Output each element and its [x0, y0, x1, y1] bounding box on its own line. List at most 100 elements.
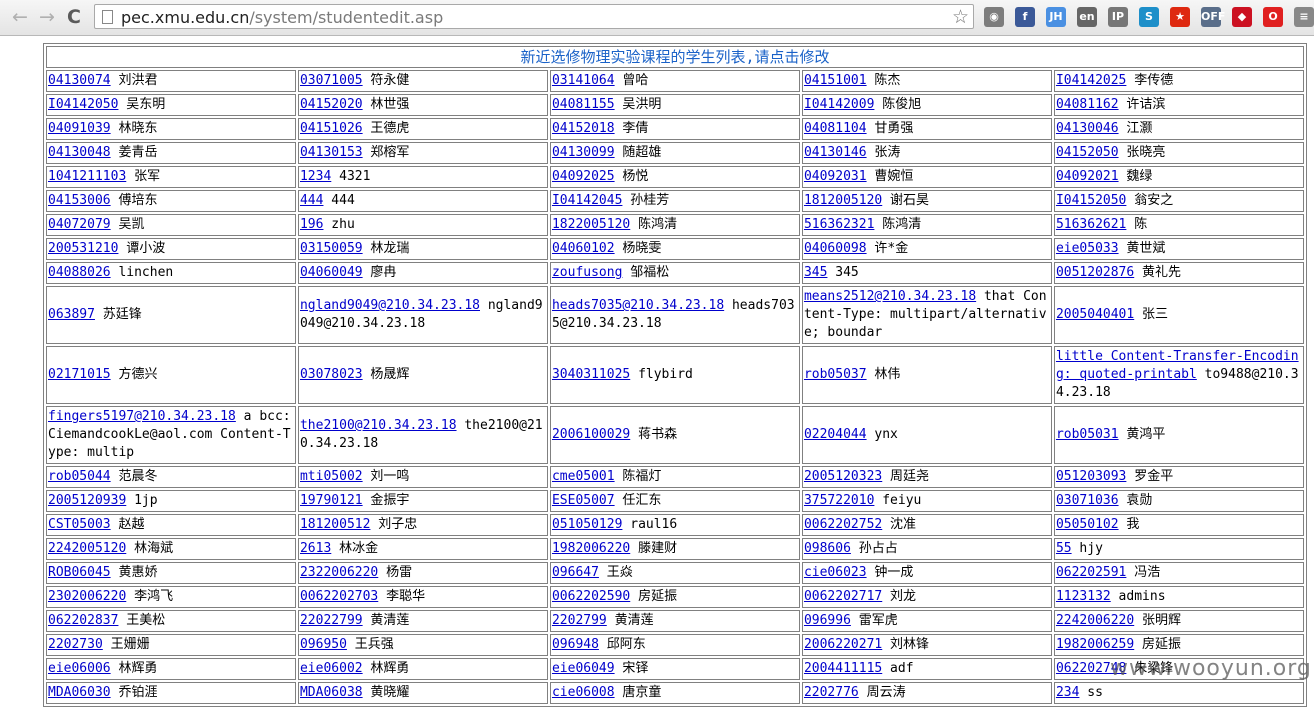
student-id-link[interactable]: 2006100029	[552, 427, 630, 442]
student-id-link[interactable]: heads7035@210.34.23.18	[552, 298, 724, 313]
student-id-link[interactable]: 063897	[48, 307, 95, 322]
student-id-link[interactable]: eie06006	[48, 661, 111, 676]
en-extension-icon[interactable]: en	[1077, 7, 1097, 27]
student-id-link[interactable]: 0062202590	[552, 589, 630, 604]
student-id-link[interactable]: 02204044	[804, 427, 867, 442]
student-id-link[interactable]: 04151001	[804, 73, 867, 88]
student-id-link[interactable]: 062202837	[48, 613, 118, 628]
student-id-link[interactable]: 03071036	[1056, 493, 1119, 508]
student-id-link[interactable]: MDA06030	[48, 685, 111, 700]
student-id-link[interactable]: 234	[1056, 685, 1079, 700]
student-id-link[interactable]: mti05002	[300, 469, 363, 484]
student-id-link[interactable]: 516362321	[804, 217, 874, 232]
student-id-link[interactable]: I04142045	[552, 193, 622, 208]
student-id-link[interactable]: 2005120939	[48, 493, 126, 508]
student-id-link[interactable]: ngland9049@210.34.23.18	[300, 298, 480, 313]
student-id-link[interactable]: 345	[804, 265, 827, 280]
student-id-link[interactable]: 04130099	[552, 145, 615, 160]
student-id-link[interactable]: 2202730	[48, 637, 103, 652]
student-id-link[interactable]: 1234	[300, 169, 331, 184]
student-id-link[interactable]: 03071005	[300, 73, 363, 88]
student-id-link[interactable]: 2005120323	[804, 469, 882, 484]
student-id-link[interactable]: 200531210	[48, 241, 118, 256]
student-id-link[interactable]: ROB06045	[48, 565, 111, 580]
url-text[interactable]: pec.xmu.edu.cn/system/studentedit.asp	[121, 8, 443, 27]
student-id-link[interactable]: zoufusong	[552, 265, 622, 280]
reload-button[interactable]: C	[63, 6, 85, 28]
student-id-link[interactable]: rob05031	[1056, 427, 1119, 442]
opera-extension-icon[interactable]: O	[1263, 7, 1283, 27]
diamond-extension-icon[interactable]: ◆	[1232, 7, 1252, 27]
student-id-link[interactable]: 04091039	[48, 121, 111, 136]
china-flag-extension-icon[interactable]: ★	[1170, 7, 1190, 27]
student-id-link[interactable]: 051050129	[552, 517, 622, 532]
student-id-link[interactable]: 1812005120	[804, 193, 882, 208]
bookmark-star-icon[interactable]: ☆	[952, 5, 969, 29]
student-id-link[interactable]: eie05033	[1056, 241, 1119, 256]
student-id-link[interactable]: 04092021	[1056, 169, 1119, 184]
student-id-link[interactable]: 03150059	[300, 241, 363, 256]
student-id-link[interactable]: 04092025	[552, 169, 615, 184]
student-id-link[interactable]: 2202776	[804, 685, 859, 700]
student-id-link[interactable]: 04072079	[48, 217, 111, 232]
student-id-link[interactable]: means2512@210.34.23.18	[804, 289, 976, 304]
student-id-link[interactable]: 2242005120	[48, 541, 126, 556]
student-id-link[interactable]: 196	[300, 217, 323, 232]
student-id-link[interactable]: cie06023	[804, 565, 867, 580]
student-id-link[interactable]: I04152050	[1056, 193, 1126, 208]
student-id-link[interactable]: 096950	[300, 637, 347, 652]
student-id-link[interactable]: 04130146	[804, 145, 867, 160]
student-id-link[interactable]: 516362621	[1056, 217, 1126, 232]
student-id-link[interactable]: 3040311025	[552, 367, 630, 382]
student-id-link[interactable]: 19790121	[300, 493, 363, 508]
student-id-link[interactable]: rob05044	[48, 469, 111, 484]
ip-extension-icon[interactable]: IP	[1108, 7, 1128, 27]
off-extension-icon[interactable]: OFF	[1201, 7, 1225, 27]
student-id-link[interactable]: 096948	[552, 637, 599, 652]
student-id-link[interactable]: 04152050	[1056, 145, 1119, 160]
student-id-link[interactable]: 04081162	[1056, 97, 1119, 112]
student-id-link[interactable]: 1123132	[1056, 589, 1111, 604]
student-id-link[interactable]: rob05037	[804, 367, 867, 382]
student-id-link[interactable]: 55	[1056, 541, 1072, 556]
student-id-link[interactable]: 444	[300, 193, 323, 208]
student-id-link[interactable]: 04060049	[300, 265, 363, 280]
student-id-link[interactable]: 181200512	[300, 517, 370, 532]
student-id-link[interactable]: 04152020	[300, 97, 363, 112]
student-id-link[interactable]: 04060098	[804, 241, 867, 256]
student-id-link[interactable]: CST05003	[48, 517, 111, 532]
student-id-link[interactable]: MDA06038	[300, 685, 363, 700]
student-id-link[interactable]: cie06008	[552, 685, 615, 700]
student-id-link[interactable]: 0051202876	[1056, 265, 1134, 280]
student-id-link[interactable]: eie06049	[552, 661, 615, 676]
student-id-link[interactable]: 04092031	[804, 169, 867, 184]
student-id-link[interactable]: 04081155	[552, 97, 615, 112]
student-id-link[interactable]: 04130153	[300, 145, 363, 160]
student-id-link[interactable]: fingers5197@210.34.23.18	[48, 409, 236, 424]
student-id-link[interactable]: ESE05007	[552, 493, 615, 508]
student-id-link[interactable]: 04081104	[804, 121, 867, 136]
facebook-extension-icon[interactable]: f	[1015, 7, 1035, 27]
student-id-link[interactable]: 04130048	[48, 145, 111, 160]
student-id-link[interactable]: 1982006220	[552, 541, 630, 556]
student-id-link[interactable]: 2202799	[552, 613, 607, 628]
menu-icon[interactable]: ≡	[1294, 7, 1314, 27]
student-id-link[interactable]: 0062202703	[300, 589, 378, 604]
jh-extension-icon[interactable]: JH	[1046, 7, 1066, 27]
student-id-link[interactable]: 2006220271	[804, 637, 882, 652]
globe-extension-icon[interactable]: ◉	[984, 7, 1004, 27]
student-id-link[interactable]: 04130046	[1056, 121, 1119, 136]
back-button[interactable]: ←	[9, 6, 31, 28]
student-id-link[interactable]: 1982006259	[1056, 637, 1134, 652]
student-id-link[interactable]: 2005040401	[1056, 307, 1134, 322]
student-id-link[interactable]: 0062202752	[804, 517, 882, 532]
address-bar[interactable]: pec.xmu.edu.cn/system/studentedit.asp ☆	[94, 4, 974, 29]
student-id-link[interactable]: 02171015	[48, 367, 111, 382]
student-id-link[interactable]: 04152018	[552, 121, 615, 136]
student-id-link[interactable]: 2302006220	[48, 589, 126, 604]
student-id-link[interactable]: 04130074	[48, 73, 111, 88]
student-id-link[interactable]: 03078023	[300, 367, 363, 382]
student-id-link[interactable]: 2322006220	[300, 565, 378, 580]
student-id-link[interactable]: 05050102	[1056, 517, 1119, 532]
student-id-link[interactable]: 062202591	[1056, 565, 1126, 580]
